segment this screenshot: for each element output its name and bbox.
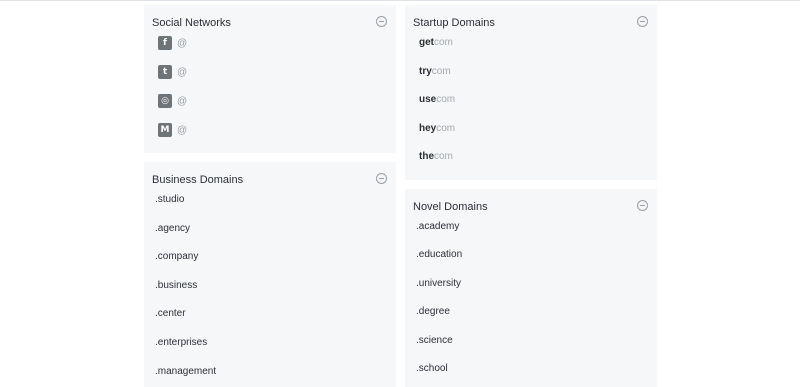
business-domain-item[interactable]: .enterprises bbox=[155, 337, 207, 348]
collapse-icon[interactable] bbox=[376, 16, 387, 27]
startup-domain-item[interactable]: getcom bbox=[419, 37, 453, 48]
business-domain-item[interactable]: .studio bbox=[155, 194, 184, 205]
novel-domain-item[interactable]: .degree bbox=[416, 306, 450, 317]
startup-domains-title: Startup Domains bbox=[413, 17, 495, 29]
business-domain-item[interactable]: .company bbox=[155, 251, 198, 262]
handle-prefix: @ bbox=[177, 37, 188, 49]
novel-domain-item[interactable]: .university bbox=[416, 278, 461, 289]
handle-prefix: @ bbox=[177, 95, 188, 107]
startup-domain-item[interactable]: usecom bbox=[419, 94, 455, 105]
novel-domain-item[interactable]: .school bbox=[416, 363, 448, 374]
medium-icon: M bbox=[158, 123, 172, 137]
instagram-icon: ◎ bbox=[158, 94, 172, 108]
startup-domain-item[interactable]: heycom bbox=[419, 123, 455, 134]
twitter-icon: t bbox=[158, 65, 172, 79]
social-networks-card: Social Networks f @ t @ ◎ @ M @ bbox=[144, 5, 396, 153]
business-domain-item[interactable]: .business bbox=[155, 280, 197, 291]
facebook-icon: f bbox=[158, 36, 172, 50]
business-domains-title: Business Domains bbox=[152, 174, 244, 186]
top-divider bbox=[0, 0, 800, 1]
startup-domain-item[interactable]: trycom bbox=[419, 66, 451, 77]
collapse-icon[interactable] bbox=[637, 16, 648, 27]
novel-domains-card: Novel Domains .academy .education .unive… bbox=[405, 189, 657, 387]
startup-domains-card: Startup Domains getcom trycom usecom hey… bbox=[405, 5, 657, 180]
novel-domains-title: Novel Domains bbox=[413, 201, 488, 213]
business-domain-item[interactable]: .management bbox=[155, 366, 216, 377]
handle-prefix: @ bbox=[177, 124, 188, 136]
social-item-twitter[interactable]: t @ bbox=[158, 64, 187, 80]
collapse-icon[interactable] bbox=[376, 173, 387, 184]
business-domain-item[interactable]: .agency bbox=[155, 223, 190, 234]
social-item-facebook[interactable]: f @ bbox=[158, 35, 187, 51]
novel-domain-item[interactable]: .education bbox=[416, 249, 462, 260]
business-domain-item[interactable]: .center bbox=[155, 308, 186, 319]
social-item-medium[interactable]: M @ bbox=[158, 122, 187, 138]
collapse-icon[interactable] bbox=[637, 200, 648, 211]
novel-domain-item[interactable]: .science bbox=[416, 335, 453, 346]
startup-domain-item[interactable]: thecom bbox=[419, 151, 453, 162]
business-domains-card: Business Domains .studio .agency .compan… bbox=[144, 162, 396, 387]
social-networks-title: Social Networks bbox=[152, 17, 231, 29]
handle-prefix: @ bbox=[177, 66, 188, 78]
novel-domain-item[interactable]: .academy bbox=[416, 221, 459, 232]
social-item-instagram[interactable]: ◎ @ bbox=[158, 93, 187, 109]
